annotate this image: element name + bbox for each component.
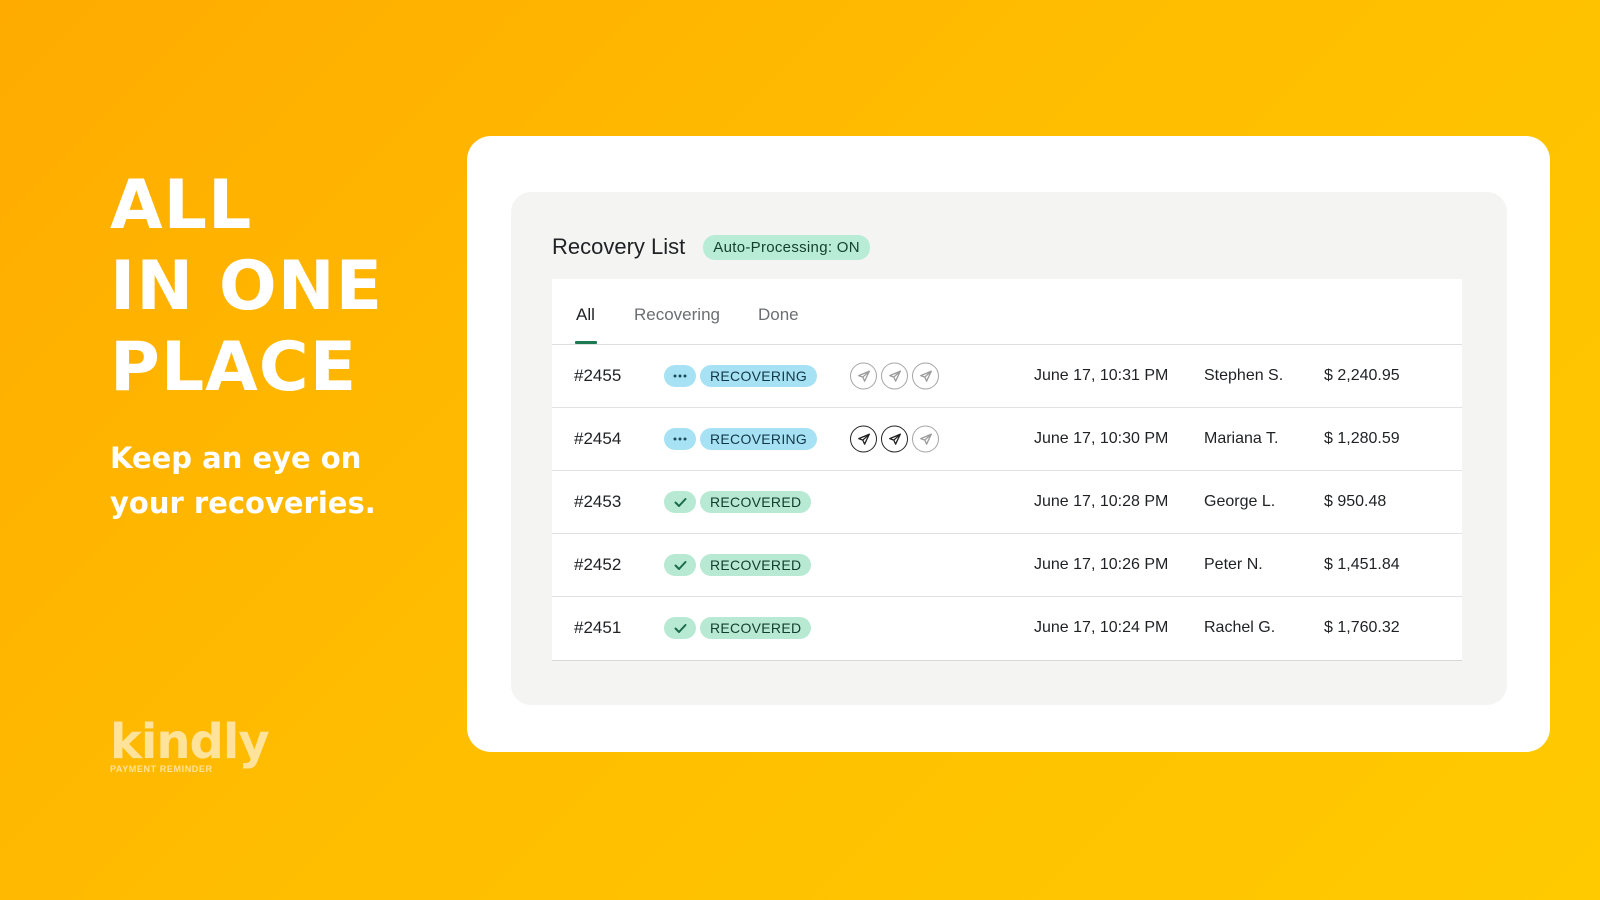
table-row[interactable]: #2455 RECOVERING June 17, 10:31 PM Stephen … [552,345,1462,408]
order-id: #2452 [574,555,622,574]
table-row[interactable]: #2453 RECOVERED June 17, 10:28 PM George L.… [552,471,1462,534]
table-row[interactable]: #2452 RECOVERED June 17, 10:26 PM Peter N. $… [552,534,1462,597]
row-amount: $ 2,240.95 [1324,367,1400,384]
status-badge: RECOVERED [700,554,812,576]
hero-headline: ALL IN ONE PLACE [110,165,383,408]
recovery-list-panel: Recovery List Auto-Processing: ON All Re… [511,192,1507,705]
subline-line: your recoveries. [110,486,376,520]
logo-wordmark: kindly [110,714,270,770]
active-tab-indicator [575,341,597,344]
reminder-channels [850,425,939,453]
send-icon [881,425,908,453]
panel-header: Recovery List Auto-Processing: ON [552,234,870,260]
subline-line: Keep an eye on [110,441,362,475]
table-row[interactable]: #2454 RECOVERING June 17, 10:30 PM Mariana … [552,408,1462,471]
order-id: #2454 [574,429,622,448]
send-icon [850,362,877,390]
kindly-logo: kindly PAYMENT REMINDER [110,714,270,774]
row-date: June 17, 10:24 PM [1034,619,1169,636]
send-icon [850,425,877,453]
table-row[interactable]: #2451 RECOVERED June 17, 10:24 PM Rachel G.… [552,597,1462,659]
row-date: June 17, 10:28 PM [1034,493,1169,510]
row-date: June 17, 10:31 PM [1034,367,1169,384]
status-badge: RECOVERING [700,365,818,387]
more-dots-icon [664,428,696,450]
row-date: June 17, 10:26 PM [1034,556,1169,573]
send-icon [912,362,939,390]
headline-line: ALL [110,166,253,245]
row-amount: $ 1,451.84 [1324,556,1400,573]
table-body: #2455 RECOVERING June 17, 10:31 PM Stephen … [552,345,1462,659]
row-amount: $ 1,280.59 [1324,430,1400,447]
hero-subline: Keep an eye on your recoveries. [110,436,430,526]
customer-name: Stephen S. [1204,367,1284,384]
customer-name: Rachel G. [1204,619,1276,636]
order-id: #2455 [574,366,622,385]
screenshot-card: Recovery List Auto-Processing: ON All Re… [467,136,1550,752]
headline-line: IN ONE [110,247,384,326]
reminder-channels [850,362,939,390]
order-id: #2451 [574,618,622,637]
check-icon [664,554,696,576]
row-amount: $ 950.48 [1324,493,1387,510]
check-icon [664,617,696,639]
more-dots-icon [664,365,696,387]
send-icon [912,425,939,453]
panel-title: Recovery List [552,234,686,259]
tab-bar: All Recovering Done [552,279,1462,345]
row-date: June 17, 10:30 PM [1034,430,1169,447]
tab-done[interactable]: Done [758,305,799,325]
headline-line: PLACE [110,328,358,407]
recovery-table: All Recovering Done #2455 RECOVERING June … [552,279,1462,661]
status-badge: RECOVERED [700,491,812,513]
status-badge: RECOVERED [700,617,812,639]
send-icon [881,362,908,390]
tab-recovering[interactable]: Recovering [634,305,720,325]
row-amount: $ 1,760.32 [1324,619,1400,636]
tab-all[interactable]: All [576,305,595,325]
customer-name: George L. [1204,493,1276,510]
auto-processing-badge: Auto-Processing: ON [703,234,870,260]
check-icon [664,491,696,513]
order-id: #2453 [574,492,622,511]
customer-name: Peter N. [1204,556,1263,573]
customer-name: Mariana T. [1204,430,1279,447]
status-badge: RECOVERING [700,428,818,450]
